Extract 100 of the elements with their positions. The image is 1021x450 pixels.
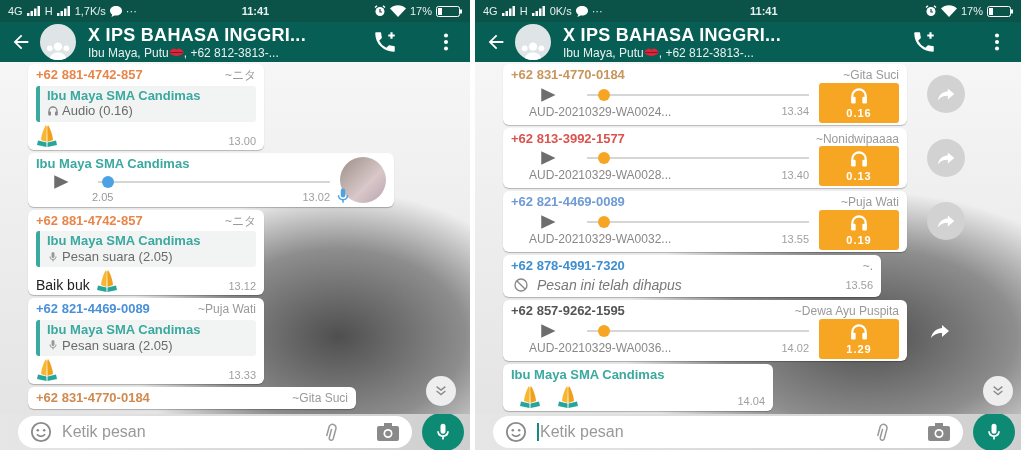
file-name: AUD-20210329-WA0024... (529, 104, 672, 120)
sender-alias: ~Nonidwipaaaa (815, 131, 899, 146)
network-type: 4G (483, 5, 498, 17)
slider-thumb[interactable] (102, 176, 115, 189)
audio-duration: 0.16 (846, 106, 872, 120)
sender-alias: ~. (862, 258, 873, 274)
network-type: H (44, 5, 53, 17)
chat-title[interactable]: X IPS BAHASA INGGRI... (88, 24, 306, 46)
headphones-icon (47, 105, 59, 117)
group-avatar[interactable] (515, 24, 551, 60)
message-time: 14.02 (780, 341, 809, 356)
lips-icon (168, 47, 184, 58)
sender-name: Ibu Maya SMA Candimas (36, 155, 190, 172)
input-placeholder: Ketik pesan (540, 423, 624, 441)
quoted-message[interactable]: Ibu Maya SMA Candimas Audio (0.16) (36, 85, 256, 122)
signal-icon (26, 6, 41, 16)
sender-alias: ~Gita Suci (292, 391, 348, 406)
quote-text: Pesan suara (2.05) (62, 248, 173, 265)
sender-alias: ~Puja Wati (198, 302, 256, 317)
scroll-down-button[interactable] (983, 376, 1013, 406)
slider-thumb[interactable] (597, 325, 610, 338)
slider-thumb[interactable] (597, 216, 610, 229)
voice-record-button[interactable] (422, 413, 464, 450)
praying-hands-icon (95, 269, 118, 294)
voice-duration: 2.05 (92, 191, 114, 205)
audio-duration: 1.29 (846, 342, 872, 357)
network-type: 4G (8, 5, 23, 17)
audio-file-tile[interactable]: 0.16 (819, 82, 899, 123)
sender-name: +62 881-4742-857 (36, 67, 143, 83)
chat-participants: , +62 812-3813-... (183, 45, 279, 60)
more-dots: ··· (591, 5, 603, 17)
message-time: 13.33 (227, 368, 256, 383)
wifi-icon (940, 5, 957, 17)
quoted-message[interactable]: Ibu Maya SMA Candimas Pesan suara (2.05) (36, 231, 256, 268)
add-call-icon[interactable] (372, 29, 398, 55)
message-time: 13.40 (780, 169, 809, 183)
sender-name: +62 831-4770-0184 (36, 390, 150, 406)
sender-name: Ibu Maya SMA Candimas (511, 366, 665, 383)
audio-file-tile[interactable]: 1.29 (819, 318, 899, 359)
alarm-clock-icon (373, 5, 386, 17)
sender-alias: ~Gita Suci (843, 68, 899, 83)
network-type: H (519, 5, 528, 17)
sender-name: +62 881-4742-857 (36, 212, 143, 229)
quote-author: Ibu Maya SMA Candimas (47, 87, 202, 104)
audio-file-tile[interactable]: 0.13 (819, 146, 899, 187)
group-avatar[interactable] (40, 24, 76, 60)
audio-file-tile[interactable]: 0.19 (819, 209, 899, 250)
file-name: AUD-20210329-WA0028... (529, 168, 672, 183)
wifi-icon (389, 5, 406, 17)
more-options-icon[interactable] (993, 31, 1001, 53)
sender-name: +62 831-4770-0184 (511, 67, 625, 83)
praying-hands-icon (519, 384, 541, 409)
battery-icon (436, 5, 462, 17)
quote-text: Audio (0.16) (62, 103, 133, 119)
chat-bubble-icon (109, 5, 122, 17)
status-time: 11:41 (241, 5, 270, 17)
status-time: 11:41 (750, 5, 778, 17)
signal-icon (56, 6, 71, 16)
network-speed: 1,7K/s (74, 5, 106, 17)
message-time: 13.56 (844, 278, 873, 292)
lips-icon (643, 47, 659, 58)
file-name: AUD-20210329-WA0032... (529, 232, 672, 247)
chat-title[interactable]: X IPS BAHASA INGGRI... (563, 24, 781, 46)
message-input-field[interactable]: Ketik pesan (493, 416, 963, 448)
audio-duration: 0.19 (846, 233, 872, 247)
slider-thumb[interactable] (597, 152, 610, 165)
sender-alias: ~Puja Wati (841, 195, 899, 210)
input-placeholder: Ketik pesan (62, 423, 146, 441)
sender-name: +62 878-4991-7320 (511, 257, 625, 274)
sender-name: +62 821-4469-0089 (36, 301, 150, 317)
message-text: Baik buk (36, 276, 90, 294)
slider-thumb[interactable] (597, 88, 610, 101)
scroll-down-button[interactable] (426, 376, 456, 406)
battery-percent: 17% (960, 5, 983, 17)
sender-alias: ~ニタ (225, 68, 256, 83)
chat-participants: , +62 812-3813-... (658, 45, 754, 60)
sender-name: +62 857-9262-1595 (511, 303, 625, 319)
camera-icon[interactable] (376, 422, 400, 442)
add-call-icon[interactable] (911, 29, 937, 55)
emoji-face-icon[interactable] (505, 421, 527, 443)
file-name: AUD-20210329-WA0036... (529, 341, 672, 356)
more-options-icon[interactable] (442, 31, 450, 53)
quote-author: Ibu Maya SMA Candimas (47, 233, 202, 249)
message-time: 14.04 (736, 395, 765, 409)
alarm-clock-icon (924, 5, 937, 17)
signal-icon (501, 6, 516, 16)
camera-icon[interactable] (927, 422, 951, 442)
message-time: 13.02 (301, 191, 330, 205)
emoji-face-icon[interactable] (30, 421, 52, 443)
message-time: 13.55 (780, 232, 809, 246)
sender-name: +62 813-3992-1577 (511, 130, 625, 147)
chat-bubble-icon (575, 5, 588, 17)
message-input-field[interactable]: Ketik pesan (18, 416, 412, 448)
more-dots: ··· (125, 5, 137, 17)
deleted-message-text: Pesan ini telah dihapus (537, 276, 682, 294)
message-time: 13.12 (227, 280, 256, 294)
voice-record-button[interactable] (973, 413, 1015, 450)
quoted-message[interactable]: Ibu Maya SMA Candimas Pesan suara (2.05) (36, 319, 256, 357)
network-speed: 0K/s (549, 5, 572, 17)
prohibited-icon (511, 277, 531, 294)
